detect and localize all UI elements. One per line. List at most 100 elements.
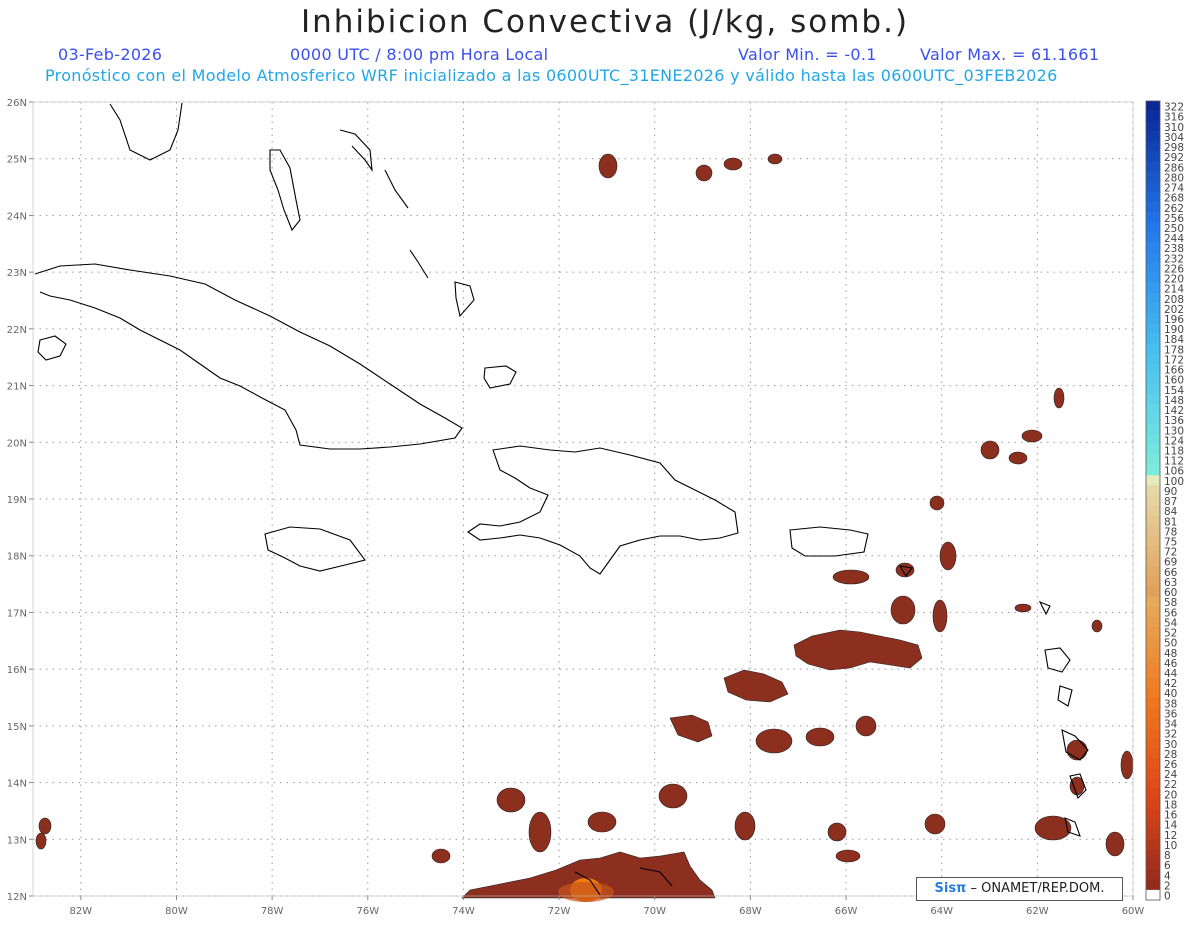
colorbar-swatch [1146,323,1160,334]
cin-area [835,849,861,863]
colorbar-swatch [1146,576,1160,587]
cin-area [528,811,552,853]
colorbar-swatch [1146,424,1160,436]
lat-label: 26N [7,98,27,109]
colorbar-swatch [1146,181,1160,193]
cin-area [855,715,877,737]
map-canvas: 26N 25N 24N 23N 22N 21N 20N 19N 18N 17N 16N 15N 14N 1… [7,98,1185,917]
colorbar-swatch [1146,262,1160,274]
colorbar-swatch [1146,717,1160,729]
colorbar-swatch [1146,606,1160,618]
colorbar-label: 0 [1164,891,1171,903]
cin-area [35,832,47,850]
colorbar-swatch [1146,677,1160,688]
lat-label: 17N [7,608,27,619]
cin-area [1008,451,1028,465]
colorbar-swatch [1146,131,1160,142]
colorbar-swatch [1146,121,1160,132]
map-axes: 26N 25N 24N 23N 22N 21N 20N 19N 18N 17N 16N 15N 14N 1… [7,98,1145,917]
colorbar-swatch [1146,808,1160,820]
lon-label: 70W [643,906,666,917]
cin-area [669,714,713,743]
cin-area [723,157,743,171]
colorbar-swatch [1146,657,1160,668]
colorbar-swatch [1146,161,1160,173]
cin-area [598,153,618,179]
colorbar-swatch [1146,232,1160,243]
colorbar-swatch [1146,616,1160,628]
lon-label: 76W [356,906,379,917]
colorbar-swatch [1146,242,1160,254]
lon-label: 66W [835,906,858,917]
coast-hispaniola [467,445,739,575]
coast-florida [109,102,183,161]
colorbar-swatch [1146,212,1160,223]
lat-label: 15N [7,722,27,733]
graticule [33,101,1134,897]
colorbar-swatch [1146,384,1160,395]
cin-area [939,541,957,571]
colorbar-swatch [1146,697,1160,709]
cin-area [827,822,847,842]
lat-label: 13N [7,835,27,846]
coast-eleuthera [339,129,373,173]
colorbar-swatch [1146,434,1160,446]
cin-area [1014,603,1032,613]
colorbar-swatch [1146,444,1160,456]
lon-label: 78W [261,906,284,917]
cin-area [587,811,617,833]
colorbar-swatch [1146,313,1160,324]
colorbar-swatch [1146,798,1160,810]
colorbar-swatch [1146,374,1160,385]
colorbar-swatch [1146,525,1160,537]
cin-area [1053,387,1065,409]
coast-caicos [483,365,517,389]
colorbar-swatch [1146,465,1160,476]
colorbar: 3223163103042982922862802742682622562502… [1145,100,1184,903]
colorbar-swatch [1146,404,1160,415]
colorbar-swatch [1146,879,1160,891]
coast-inagua [454,281,475,318]
coast-puerto-rico [789,526,869,557]
credit-brand: Sisπ [934,881,967,896]
cin-area [38,817,52,835]
colorbar-swatch [1146,819,1160,830]
coast-leewards-2 [1057,685,1073,707]
lon-label: 62W [1026,906,1049,917]
cin-area [558,882,614,902]
lon-label: 68W [739,906,762,917]
colorbar-swatch [1146,192,1160,203]
colorbar-swatch [1146,758,1160,769]
colorbar-swatch [1146,171,1160,183]
lat-label: 22N [7,325,27,336]
colorbar-swatch [1146,515,1160,527]
cin-area [767,153,783,165]
cin-area [980,440,1000,460]
colorbar-swatch [1146,546,1160,557]
colorbar-swatch [1146,293,1160,304]
lat-label: 12N [7,892,27,903]
cin-area [723,669,789,703]
colorbar-swatch [1146,647,1160,658]
colorbar-swatch [1146,303,1160,314]
colorbar-swatch [1146,637,1160,648]
cin-area [793,629,923,671]
colorbar-swatch [1146,495,1160,506]
cin-area [929,495,945,511]
colorbar-swatch [1146,101,1160,112]
colorbar-swatch [1146,556,1160,567]
colorbar-swatch [1146,363,1160,375]
lon-label: 72W [548,906,571,917]
lon-label: 82W [70,906,93,917]
colorbar-swatch [1146,707,1160,719]
colorbar-swatch [1146,788,1160,800]
coast-andros [269,149,301,232]
coast-jamaica [264,526,366,572]
colorbar-swatch [1146,839,1160,850]
colorbar-swatch [1146,222,1160,233]
colorbar-swatch [1146,111,1160,122]
coast-leewards-1 [1044,647,1071,673]
cin-area [1105,831,1125,857]
cin-shading [35,153,1134,902]
colorbar-swatch [1146,748,1160,759]
